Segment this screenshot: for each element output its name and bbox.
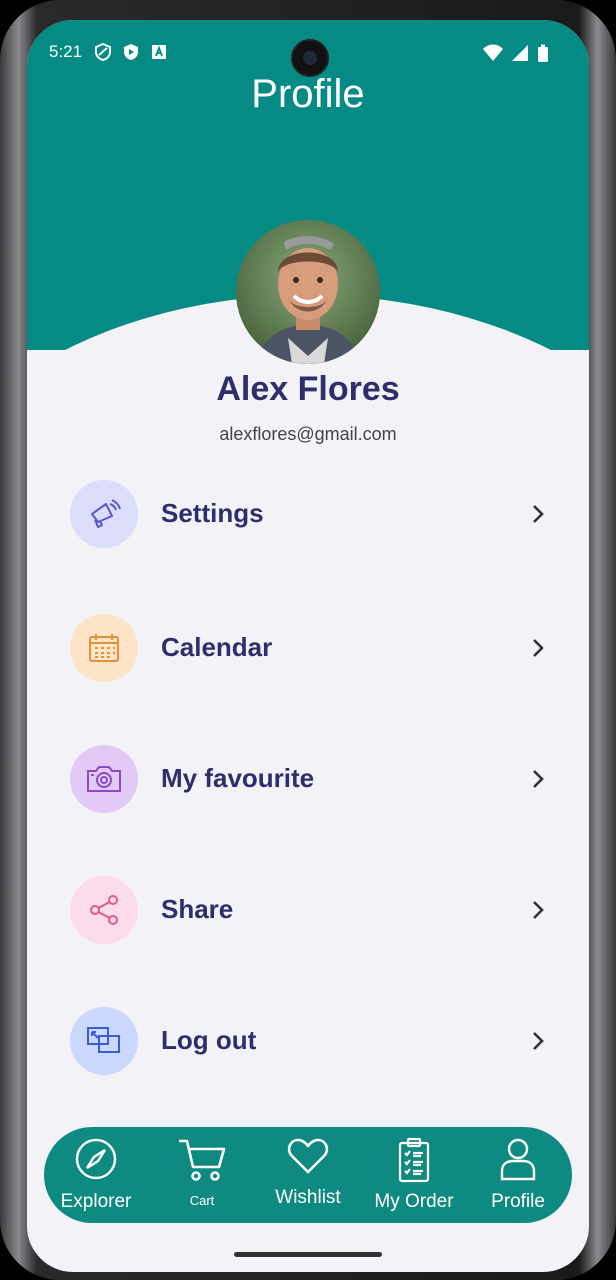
share-icon bbox=[70, 876, 138, 944]
nav-profile[interactable]: Profile bbox=[476, 1127, 560, 1223]
font-status-icon bbox=[152, 45, 166, 59]
signal-icon bbox=[512, 45, 528, 61]
nav-label-my-order: My Order bbox=[374, 1191, 454, 1212]
battery-icon bbox=[538, 44, 548, 62]
bottom-nav: Explorer Cart Wishlist My Order Profile bbox=[44, 1127, 572, 1223]
menu-item-settings[interactable]: Settings bbox=[70, 480, 550, 550]
nav-label-explorer: Explorer bbox=[60, 1191, 132, 1212]
menu-item-my-favourite[interactable]: My favourite bbox=[70, 745, 550, 815]
page-title: Profile bbox=[251, 72, 365, 116]
cart-icon bbox=[179, 1139, 226, 1181]
menu-label-log-out: Log out bbox=[161, 1025, 257, 1055]
gesture-bar[interactable] bbox=[234, 1252, 382, 1257]
menu-label-my-favourite: My favourite bbox=[161, 763, 315, 793]
menu-label-share: Share bbox=[161, 894, 234, 924]
status-time: 5:21 bbox=[49, 42, 83, 61]
shield-status-icon bbox=[95, 43, 111, 61]
nav-explorer[interactable]: Explorer bbox=[54, 1127, 138, 1223]
compass-icon bbox=[75, 1138, 117, 1180]
chevron-right-icon bbox=[533, 1032, 544, 1050]
avatar[interactable] bbox=[236, 220, 380, 364]
wifi-icon bbox=[483, 44, 503, 61]
camera-icon bbox=[70, 745, 138, 813]
status-right-icons bbox=[483, 44, 549, 62]
play-protect-icon bbox=[124, 44, 138, 60]
nav-label-profile: Profile bbox=[491, 1191, 545, 1212]
user-name: Alex Flores bbox=[216, 370, 400, 408]
megaphone-icon bbox=[70, 480, 138, 548]
heart-icon bbox=[287, 1138, 329, 1174]
menu-item-share[interactable]: Share bbox=[70, 876, 550, 946]
chevron-right-icon bbox=[533, 505, 544, 523]
chevron-right-icon bbox=[533, 639, 544, 657]
logout-icon bbox=[70, 1007, 138, 1075]
chevron-right-icon bbox=[533, 901, 544, 919]
user-email: alexflores@gmail.com bbox=[219, 424, 397, 444]
screen: 5:21 Profile Alex Flores alexflores@gmai… bbox=[27, 20, 589, 1272]
menu-label-settings: Settings bbox=[161, 498, 264, 528]
nav-cart[interactable]: Cart bbox=[160, 1127, 244, 1223]
menu-item-calendar[interactable]: Calendar bbox=[70, 614, 550, 684]
clipboard-icon bbox=[398, 1137, 430, 1183]
calendar-icon bbox=[70, 614, 138, 682]
avatar-photo bbox=[236, 220, 380, 364]
menu-item-log-out[interactable]: Log out bbox=[70, 1007, 550, 1077]
nav-label-cart: Cart bbox=[189, 1193, 215, 1208]
menu-label-calendar: Calendar bbox=[161, 632, 273, 662]
chevron-right-icon bbox=[533, 770, 544, 788]
person-icon bbox=[500, 1138, 536, 1181]
nav-my-order[interactable]: My Order bbox=[364, 1127, 464, 1223]
status-left-icons bbox=[95, 43, 167, 61]
nav-label-wishlist: Wishlist bbox=[275, 1187, 341, 1208]
nav-wishlist[interactable]: Wishlist bbox=[266, 1127, 350, 1223]
